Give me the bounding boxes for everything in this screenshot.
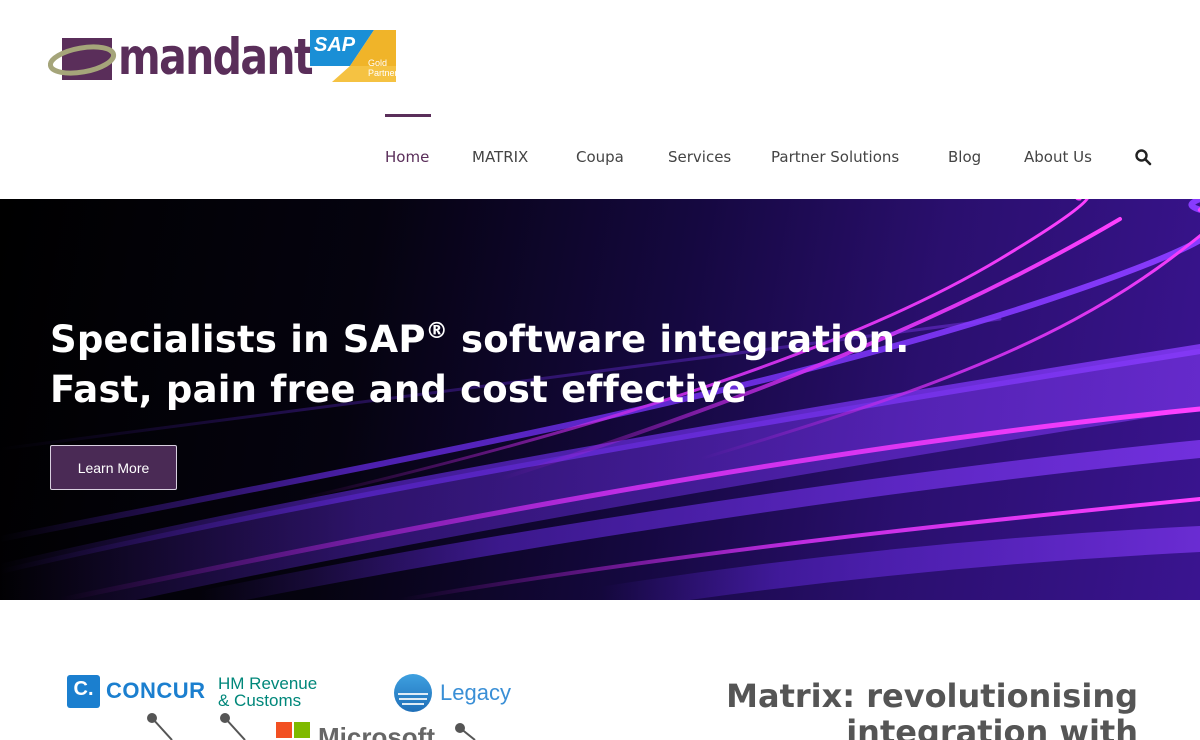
logo-text: mandant [118,28,314,86]
sap-wordmark: SAP [314,34,356,56]
nav-item-services[interactable]: Services [668,148,731,166]
hero-headline: Specialists in SAP® software integration… [50,307,909,415]
hmrc-line-1: HM Revenue [218,674,318,693]
site-header: mandant SAP Gold Partner Home MATRIX Cou… [0,0,1200,199]
hero-banner: Specialists in SAP® software integration… [0,199,1200,600]
microsoft-logo-text: Microsoft [318,722,435,740]
main-nav: Home MATRIX Coupa Services Partner Solut… [0,112,1200,198]
search-icon[interactable] [1134,148,1152,166]
globe-stripes [398,693,428,705]
concur-mark: C. [73,678,94,700]
concur-logo-text: CONCUR [106,678,206,703]
headline-line-2: Fast, pain free and cost effective [50,368,747,411]
concur-logo-icon: C. [67,675,100,708]
nav-item-matrix[interactable]: MATRIX [472,148,528,166]
learn-more-button[interactable]: Learn More [50,445,177,490]
headline-part-1: Specialists in SAP [50,318,426,361]
legacy-globe-icon [394,674,432,712]
nav-item-about-us[interactable]: About Us [1024,148,1092,166]
sap-gold-partner-badge: SAP Gold Partner [310,30,398,82]
registered-mark: ® [425,319,448,344]
nav-item-coupa[interactable]: Coupa [576,148,624,166]
nav-active-indicator [385,114,431,117]
headline-part-2: software integration. [447,318,910,361]
nav-item-partner-solutions[interactable]: Partner Solutions [771,148,899,166]
mandant-logo[interactable]: mandant [48,28,314,86]
hmrc-line-2: & Customs [218,691,302,710]
partner-label: Partner [368,68,398,78]
logo-swoosh-icon [48,38,117,80]
hmrc-logo: HM Revenue & Customs [218,675,317,709]
matrix-heading-line-2: integration with [846,713,1138,740]
matrix-heading-line-1: Matrix: revolutionising [726,677,1138,715]
gold-partner-label: Gold Partner [368,58,398,78]
microsoft-logo-icon [276,722,310,740]
gold-label: Gold [368,58,388,68]
matrix-heading: Matrix: revolutionising integration with [638,678,1138,740]
partners-section: C. CONCUR HM Revenue & Customs Legacy Mi… [0,600,1200,740]
legacy-logo-text: Legacy [440,680,511,705]
nav-item-home[interactable]: Home [385,148,429,166]
nav-item-blog[interactable]: Blog [948,148,981,166]
connector-lines [147,713,476,740]
